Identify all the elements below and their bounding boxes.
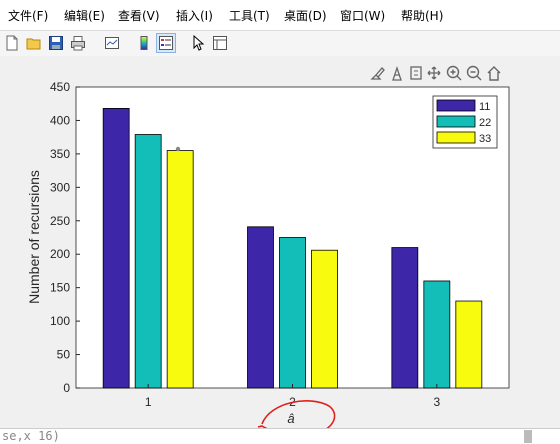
menu-view[interactable]: 查看(V): [118, 7, 160, 24]
zoom-out-icon: [466, 65, 482, 81]
colorbar-icon[interactable]: [134, 33, 154, 53]
home-icon: [487, 66, 501, 81]
menu-file[interactable]: 文件(F): [8, 7, 48, 24]
legend-icon[interactable]: [156, 33, 176, 53]
menu-tools[interactable]: 工具(T): [229, 7, 270, 24]
command-fragment: se,x 16): [2, 429, 60, 443]
scrollbar-thumb[interactable]: [524, 430, 532, 443]
pointer-icon[interactable]: [188, 33, 208, 53]
zoom-in-icon: [446, 65, 462, 81]
figure-toolbar: [0, 30, 560, 57]
open-folder-icon[interactable]: [24, 33, 44, 53]
menu-bar: 文件(F) 编辑(E) 查看(V) 插入(I) 工具(T) 桌面(D) 窗口(W…: [0, 0, 560, 30]
menu-edit[interactable]: 编辑(E): [64, 7, 105, 24]
menu-help[interactable]: 帮助(H): [401, 7, 443, 24]
figure-canvas: [0, 56, 560, 430]
rotate-icon: [410, 66, 422, 80]
command-window-strip: se,x 16): [0, 428, 560, 444]
menu-window[interactable]: 窗口(W): [340, 7, 385, 24]
link-plot-icon[interactable]: [102, 33, 122, 53]
new-file-icon[interactable]: [2, 33, 22, 53]
menu-desktop[interactable]: 桌面(D): [284, 7, 327, 24]
axes-toolbar: [368, 62, 508, 84]
brush-icon: [370, 67, 385, 80]
menu-insert[interactable]: 插入(I): [176, 7, 213, 24]
property-editor-icon[interactable]: [210, 33, 230, 53]
data-cursor-icon: [392, 65, 402, 81]
print-icon[interactable]: [68, 33, 88, 53]
save-icon[interactable]: [46, 33, 66, 53]
pan-icon: [427, 66, 441, 80]
